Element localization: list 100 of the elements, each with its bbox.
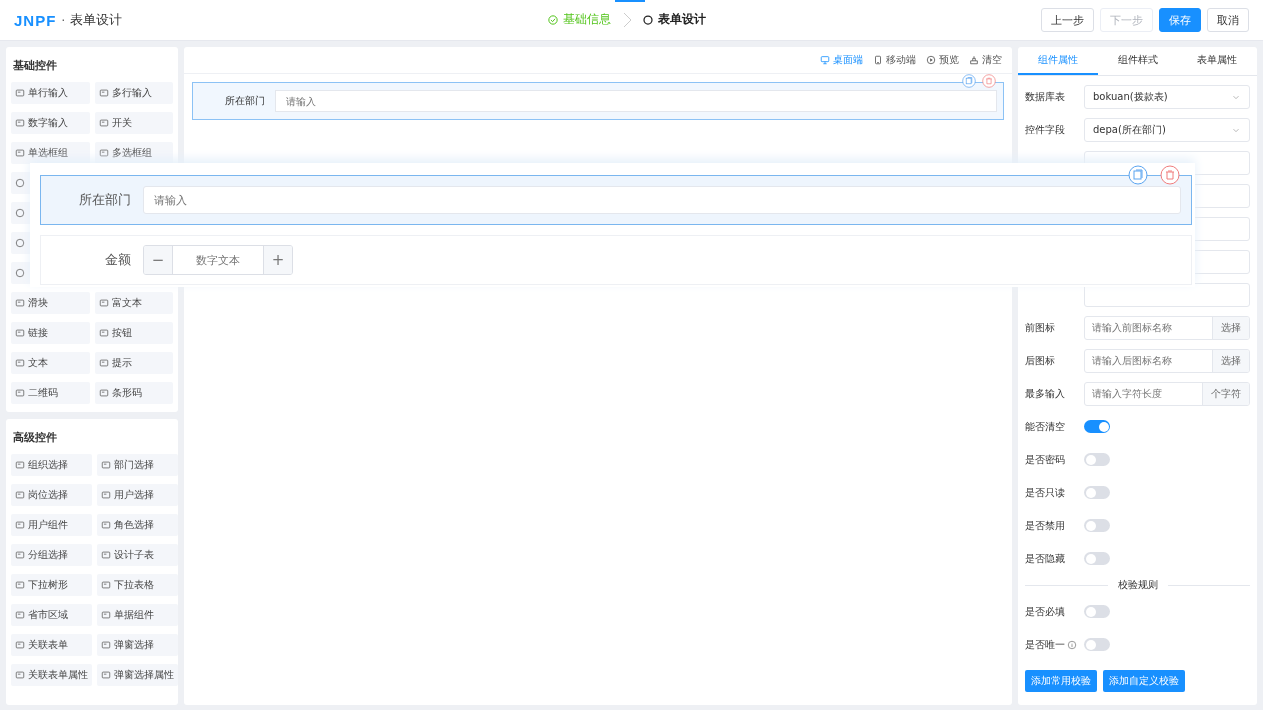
copy-icon[interactable] [962, 74, 976, 88]
control-icon [101, 550, 111, 560]
control-icon [101, 640, 111, 650]
palette-title: 高级控件 [13, 430, 58, 445]
palette-item[interactable]: 开关 [94, 112, 173, 134]
control-icon [15, 88, 25, 98]
header-button[interactable]: 取消 [1207, 8, 1249, 32]
select-field[interactable]: bokuan(拨款表) [1084, 84, 1250, 109]
circle-icon [15, 208, 25, 218]
palette-item[interactable]: 岗位选择 [11, 484, 92, 506]
palette-item[interactable]: 多选框组 [94, 142, 173, 164]
field-label: 是否必填 [1025, 604, 1065, 619]
number-field[interactable]: − 数字文本 + [143, 245, 293, 275]
select-field[interactable]: depa(所在部门) [1084, 117, 1250, 142]
delete-icon[interactable] [1160, 165, 1180, 185]
field-label: 所在部门 [78, 191, 131, 209]
copy-icon[interactable] [1128, 165, 1148, 185]
field-label: 是否只读 [1025, 485, 1065, 500]
palette-item[interactable]: 数字输入 [11, 112, 90, 134]
circle-icon [15, 238, 25, 248]
palette-item[interactable]: 条形码 [94, 382, 173, 404]
addon-button[interactable]: 选择 [1212, 349, 1249, 372]
toggle-switch[interactable] [1084, 420, 1110, 433]
palette-item[interactable]: 富文本 [94, 292, 173, 314]
palette-item[interactable]: 关联表单 [11, 634, 92, 656]
step-label: 基础信息 [563, 11, 611, 28]
control-icon [98, 88, 109, 98]
palette-item[interactable]: 弹窗选择 [97, 634, 178, 656]
palette-item[interactable]: 关联表单属性 [11, 664, 92, 686]
addon-button[interactable]: 个字符 [1202, 382, 1249, 405]
page-title: 表单设计 [70, 11, 123, 29]
field-label: 金额 [104, 251, 131, 269]
decrement-button[interactable]: − [144, 246, 172, 274]
field-label: 是否密码 [1025, 452, 1065, 467]
palette-item[interactable]: 组织选择 [11, 454, 92, 476]
palette-item[interactable]: 二维码 [11, 382, 90, 404]
circle-icon [15, 178, 25, 188]
control-icon [101, 520, 111, 530]
toolbar-button[interactable]: 预览 [926, 53, 959, 67]
palette-item[interactable]: 设计子表 [97, 544, 178, 566]
field-label: 前图标 [1025, 320, 1056, 335]
palette-item[interactable]: 下拉树形 [11, 574, 92, 596]
palette-item[interactable]: 滑块 [11, 292, 90, 314]
control-icon [15, 490, 25, 500]
control-icon [15, 388, 25, 398]
palette-item[interactable]: 链接 [11, 322, 90, 344]
toggle-switch[interactable] [1084, 486, 1110, 499]
toggle-switch[interactable] [1084, 453, 1110, 466]
form-row[interactable]: 所在部门 请输入 [192, 82, 1004, 120]
toggle-switch[interactable] [1084, 552, 1110, 565]
input-field[interactable]: 请输入前图标名称 选择 [1084, 315, 1250, 340]
input-field[interactable]: 请输入后图标名称 选择 [1084, 348, 1250, 373]
form-row[interactable]: 金额 − 数字文本 + [40, 235, 1192, 285]
tab[interactable]: 组件样式 [1097, 47, 1178, 75]
palette-item[interactable]: 分组选择 [11, 544, 92, 566]
palette-item[interactable]: 多行输入 [94, 82, 173, 104]
control-icon [98, 298, 109, 308]
toggle-switch[interactable] [1084, 638, 1110, 651]
control-icon [15, 520, 25, 530]
palette-item[interactable]: 按钮 [94, 322, 173, 344]
palette-item[interactable]: 单选框组 [11, 142, 90, 164]
toolbar-button[interactable]: 清空 [969, 53, 1002, 67]
chevron-icon [621, 11, 633, 28]
step-label: 表单设计 [658, 11, 706, 28]
field-label: 能否清空 [1025, 419, 1065, 434]
input-field[interactable]: 请输入 [275, 90, 997, 112]
control-icon [98, 118, 109, 128]
control-icon [15, 118, 25, 128]
control-icon [15, 460, 25, 470]
palette-item[interactable]: 文本 [11, 352, 90, 374]
palette-item[interactable]: 角色选择 [97, 514, 178, 536]
palette-item[interactable]: 单据组件 [97, 604, 178, 626]
input-field[interactable]: 请输入 [143, 186, 1181, 214]
palette-item[interactable]: 提示 [94, 352, 173, 374]
form-row[interactable]: 所在部门 请输入 [40, 175, 1192, 225]
palette-item[interactable]: 单行输入 [11, 82, 90, 104]
palette-item[interactable]: 部门选择 [97, 454, 178, 476]
palette-item[interactable]: 用户选择 [97, 484, 178, 506]
header-button[interactable]: 上一步 [1041, 8, 1094, 32]
control-icon [98, 388, 109, 398]
increment-button[interactable]: + [264, 246, 292, 274]
control-icon [101, 580, 111, 590]
palette-item[interactable]: 弹窗选择属性 [97, 664, 178, 686]
field-label: 是否唯一 [1025, 637, 1065, 652]
delete-icon[interactable] [982, 74, 996, 88]
field-label: 是否禁用 [1025, 518, 1065, 533]
input-field[interactable]: 请输入字符长度 个字符 [1084, 381, 1250, 406]
control-icon [98, 328, 109, 338]
palette-item[interactable]: 用户组件 [11, 514, 92, 536]
control-icon [15, 550, 25, 560]
palette-item[interactable]: 省市区域 [11, 604, 92, 626]
toggle-switch[interactable] [1084, 519, 1110, 532]
section-title: 校验规则 [1117, 578, 1158, 592]
toggle-switch[interactable] [1084, 605, 1110, 618]
tab[interactable]: 表单属性 [1177, 47, 1257, 75]
control-icon [98, 358, 109, 368]
addon-button[interactable]: 选择 [1212, 316, 1249, 339]
toolbar-button[interactable]: 移动端 [873, 53, 916, 67]
brush-icon [969, 55, 979, 65]
palette-item[interactable]: 下拉表格 [97, 574, 178, 596]
